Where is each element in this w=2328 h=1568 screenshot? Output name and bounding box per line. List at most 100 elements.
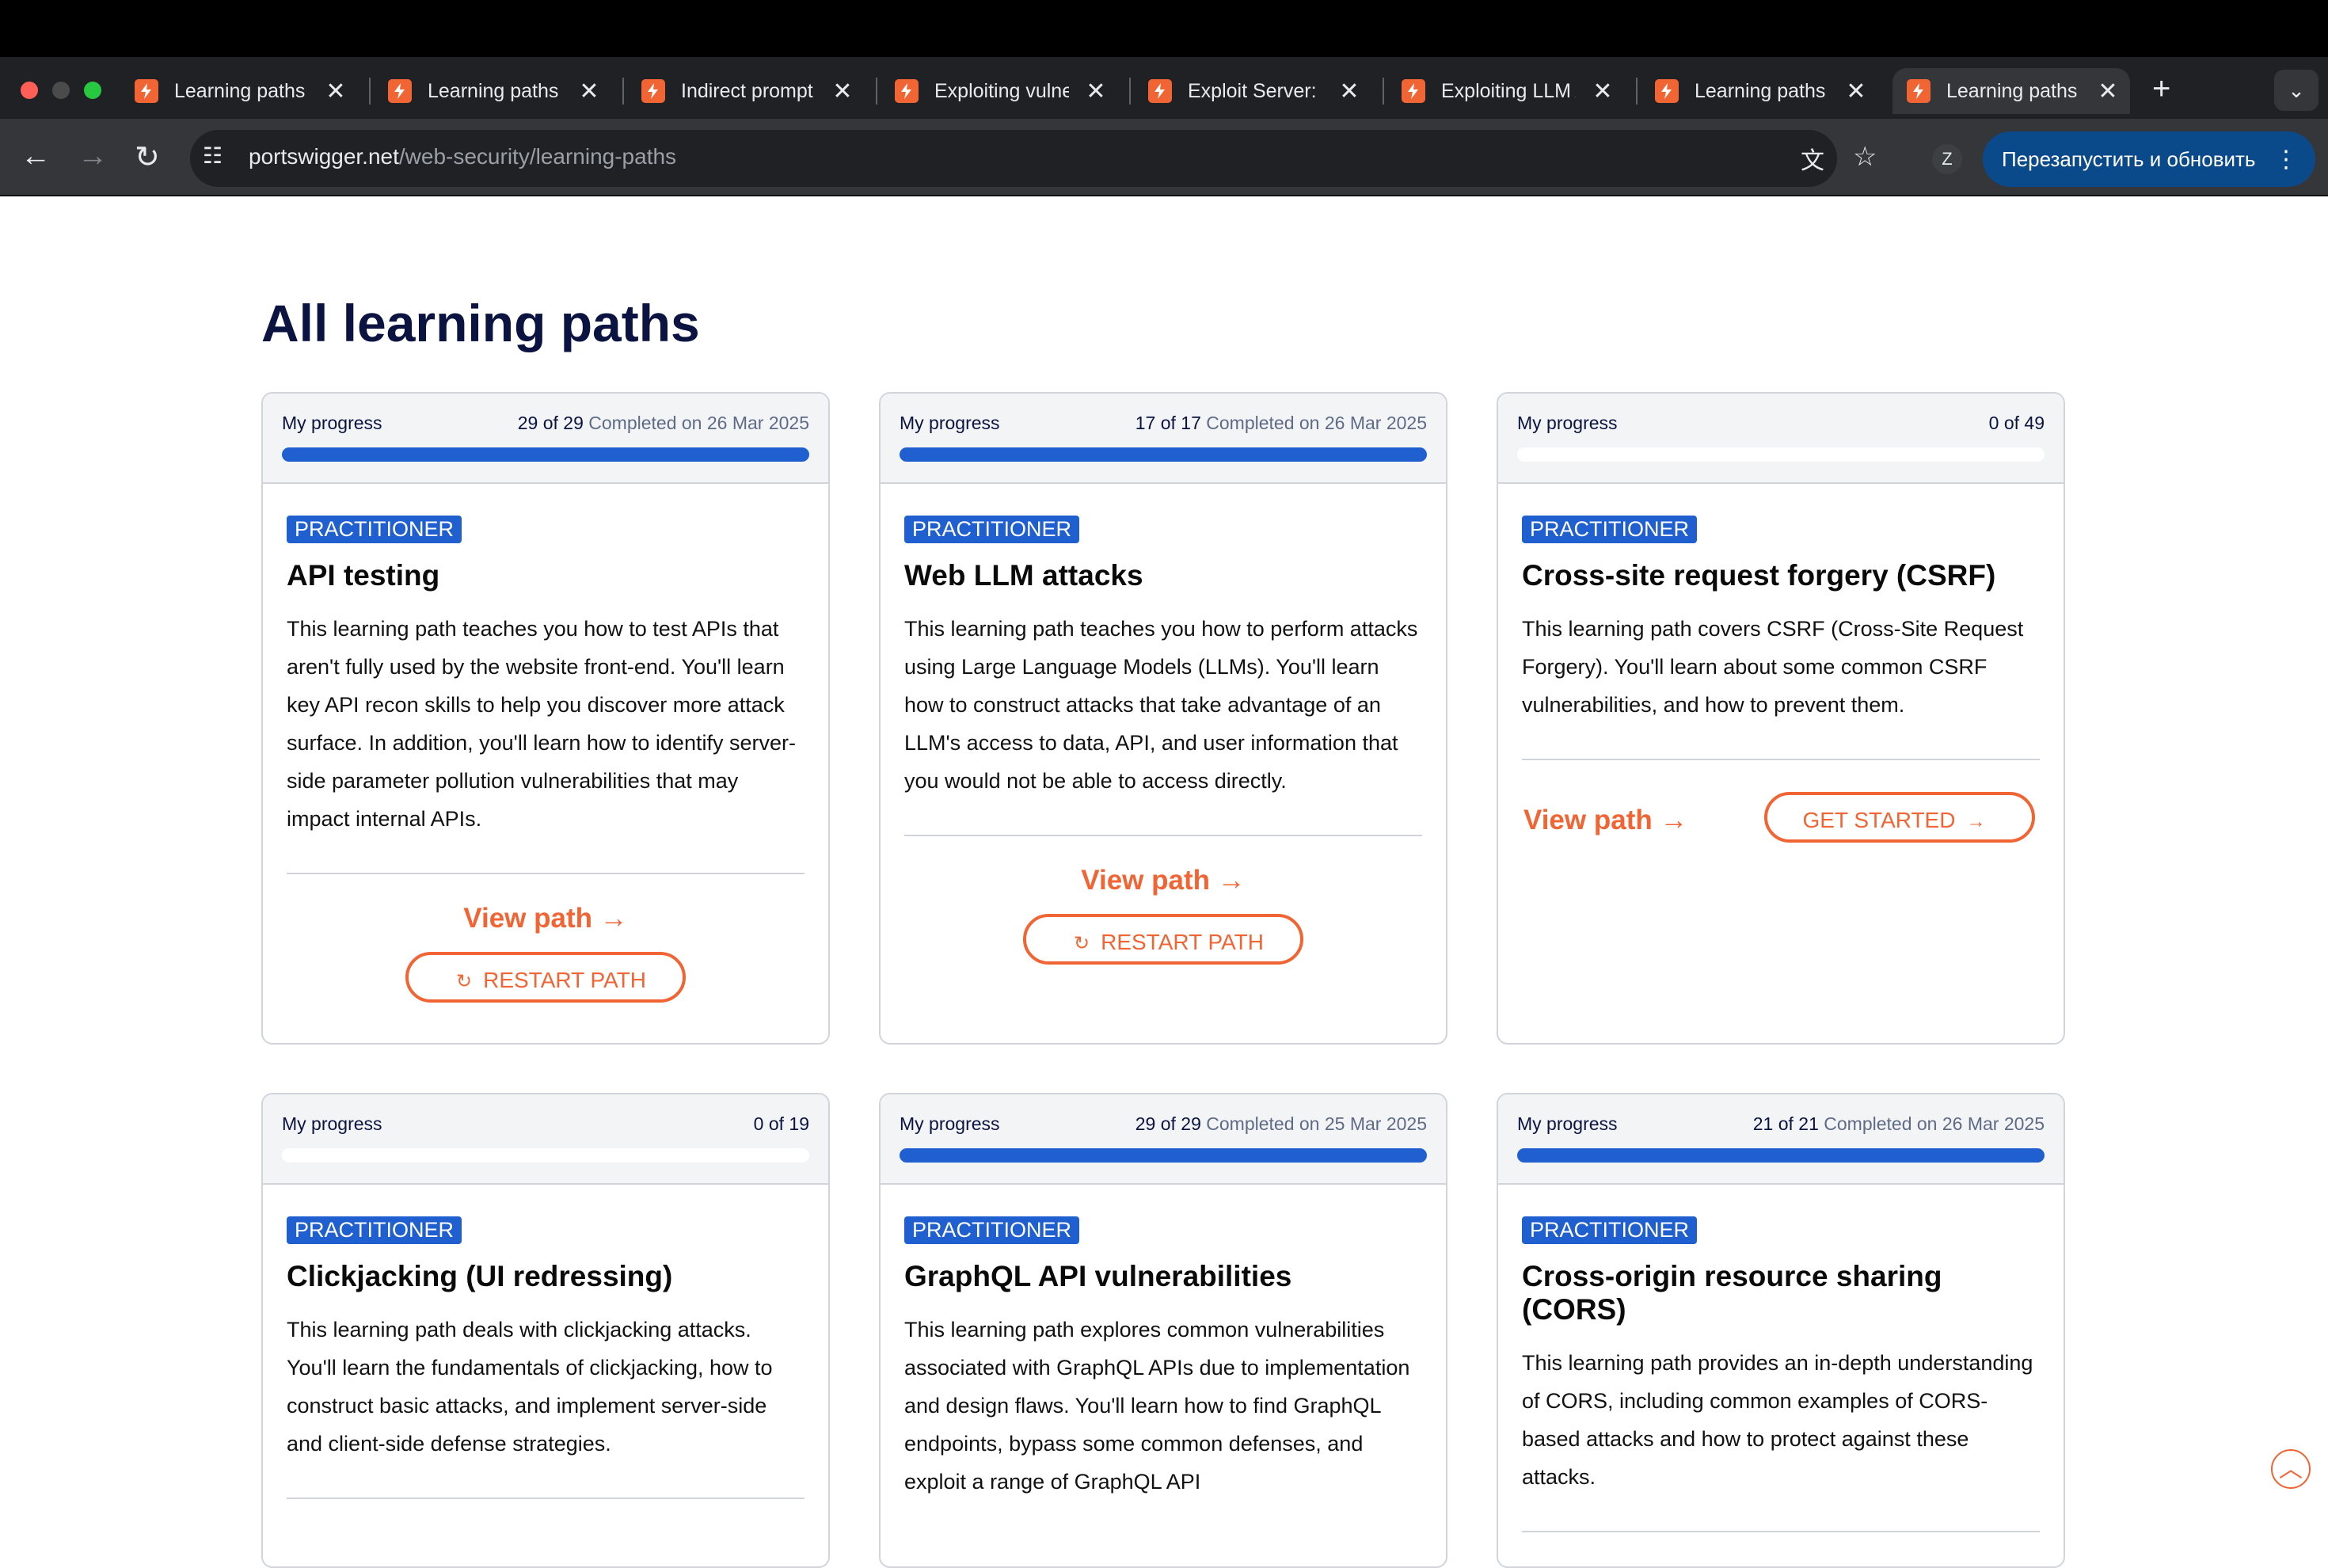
menu-icon[interactable]: ⋮ xyxy=(2274,146,2298,173)
progress-bar-fill xyxy=(900,1148,1427,1163)
browser-tab-active[interactable]: Learning paths | Web Security Academy ✕ xyxy=(1892,68,2130,114)
browser-tab[interactable]: Indirect prompt injection ✕ xyxy=(627,68,865,114)
url-text[interactable]: portswigger.net/web-security/learning-pa… xyxy=(249,144,676,169)
restart-icon: ↻ xyxy=(456,971,473,992)
level-badge: PRACTITIONER xyxy=(287,516,462,543)
get-started-label: GET STARTED xyxy=(1802,808,1956,832)
browser-tab[interactable]: Learning paths | Web Security Academy ✕ xyxy=(1641,68,1878,114)
tab-separator xyxy=(622,78,624,105)
tab-close-icon[interactable]: ✕ xyxy=(325,78,347,105)
view-path-link[interactable]: View path → xyxy=(1523,805,1687,836)
learning-path-card: My progress 17 of 17 Completed on 26 Mar… xyxy=(879,392,1447,1045)
path-description: This learning path deals with clickjacki… xyxy=(287,1318,773,1456)
tab-separator xyxy=(369,78,371,105)
tab-close-icon[interactable]: ✕ xyxy=(831,78,854,105)
completed-date: Completed on 25 Mar 2025 xyxy=(1206,1113,1427,1134)
level-badge: PRACTITIONER xyxy=(904,516,1080,543)
progress-header: My progress 21 of 21 Completed on 26 Mar… xyxy=(1498,1094,2064,1185)
minimize-window-button[interactable] xyxy=(52,82,70,99)
path-description: This learning path explores common vulne… xyxy=(904,1318,1410,1494)
tab-close-icon[interactable]: ✕ xyxy=(578,78,600,105)
scroll-to-top-button[interactable]: ︿ xyxy=(2271,1449,2311,1489)
reload-icon[interactable]: ↻ xyxy=(135,139,160,175)
browser-tab[interactable]: Learning paths | Web Security Academy ✕ xyxy=(120,68,358,114)
progress-bar-fill xyxy=(282,447,809,462)
level-badge: PRACTITIONER xyxy=(287,1216,462,1244)
browser-tab[interactable]: Exploiting vulnerabilities in LLM APIs ✕ xyxy=(881,68,1118,114)
progress-count: 29 of 29 xyxy=(517,413,584,433)
portswigger-favicon-icon xyxy=(895,79,919,103)
progress-status: 29 of 29 Completed on 26 Mar 2025 xyxy=(518,413,809,434)
progress-status: 0 of 19 xyxy=(754,1113,809,1135)
url-path: /web-security/learning-paths xyxy=(398,144,677,169)
new-tab-button[interactable]: + xyxy=(2152,71,2170,107)
tab-title: Exploit Server: Indirect prompt injectio… xyxy=(1188,79,1322,102)
tab-separator xyxy=(1129,78,1131,105)
tab-title: Learning paths | Web Security Academy xyxy=(428,79,562,102)
close-window-button[interactable] xyxy=(21,82,38,99)
tab-title: Indirect prompt injection xyxy=(681,79,816,102)
progress-label: My progress xyxy=(900,413,1000,433)
back-icon[interactable]: ← xyxy=(21,139,51,173)
progress-bar-fill xyxy=(1517,1148,2045,1163)
get-started-button[interactable]: GET STARTED → xyxy=(1764,792,2035,843)
restart-label: RESTART PATH xyxy=(1101,930,1264,954)
portswigger-favicon-icon xyxy=(1907,79,1930,103)
translate-icon[interactable]: 文 xyxy=(1801,141,1824,176)
tab-separator xyxy=(876,78,877,105)
view-path-link[interactable]: View path → xyxy=(904,865,1422,896)
path-title: Web LLM attacks xyxy=(904,559,1143,592)
tab-separator xyxy=(1636,78,1638,105)
tab-separator xyxy=(1383,78,1384,105)
tab-close-icon[interactable]: ✕ xyxy=(2097,78,2119,105)
portswigger-favicon-icon xyxy=(388,79,412,103)
progress-status: 17 of 17 Completed on 26 Mar 2025 xyxy=(1135,413,1427,434)
progress-bar-fill xyxy=(900,447,1427,462)
progress-bar xyxy=(282,1148,809,1163)
card-divider xyxy=(287,1498,805,1499)
tab-close-icon[interactable]: ✕ xyxy=(1845,78,1867,105)
learning-path-card: My progress 29 of 29 Completed on 25 Mar… xyxy=(879,1093,1447,1568)
browser-tab[interactable]: Learning paths | Web Security Academy ✕ xyxy=(374,68,611,114)
path-description: This learning path provides an in-depth … xyxy=(1522,1351,2033,1489)
tab-search-button[interactable]: ⌄ xyxy=(2274,70,2318,111)
site-settings-icon[interactable]: ☷ xyxy=(203,143,223,169)
browser-tab[interactable]: Exploiting LLM APIs ✕ xyxy=(1387,68,1625,114)
toolbar-border xyxy=(0,195,2328,196)
macos-menubar xyxy=(0,0,2328,57)
tab-title: Exploiting vulnerabilities in LLM APIs xyxy=(934,79,1069,102)
progress-bar xyxy=(900,447,1427,462)
progress-header: My progress 29 of 29 Completed on 25 Mar… xyxy=(881,1094,1446,1185)
completed-date: Completed on 26 Mar 2025 xyxy=(1206,413,1427,433)
level-badge: PRACTITIONER xyxy=(1522,1216,1698,1244)
level-badge: PRACTITIONER xyxy=(904,1216,1080,1244)
progress-bar xyxy=(1517,1148,2045,1163)
tab-title: Learning paths | Web Security Academy xyxy=(1946,79,2081,102)
bookmark-star-icon[interactable]: ☆ xyxy=(1853,141,1877,173)
restart-path-button[interactable]: ↻ RESTART PATH xyxy=(405,952,686,1003)
progress-label: My progress xyxy=(282,1113,382,1134)
profile-avatar[interactable]: Z xyxy=(1932,144,1962,174)
forward-icon[interactable]: → xyxy=(78,139,108,173)
completed-date: Completed on 26 Mar 2025 xyxy=(588,413,809,433)
relaunch-update-button[interactable]: Перезапустить и обновить ⋮ xyxy=(1983,131,2315,187)
relaunch-label: Перезапустить и обновить xyxy=(2002,147,2256,171)
completed-date: Completed on 26 Mar 2025 xyxy=(1824,1113,2045,1134)
tab-close-icon[interactable]: ✕ xyxy=(1592,78,1614,105)
page-title: All learning paths xyxy=(261,294,700,352)
tab-close-icon[interactable]: ✕ xyxy=(1085,78,1107,105)
restart-path-button[interactable]: ↻ RESTART PATH xyxy=(1023,914,1303,965)
tab-close-icon[interactable]: ✕ xyxy=(1338,78,1360,105)
browser-tab[interactable]: Exploit Server: Indirect prompt injectio… xyxy=(1134,68,1371,114)
path-description: This learning path teaches you how to te… xyxy=(287,617,796,831)
progress-header: My progress 17 of 17 Completed on 26 Mar… xyxy=(881,394,1446,484)
path-description: This learning path teaches you how to pe… xyxy=(904,617,1418,793)
tab-title: Exploiting LLM APIs xyxy=(1441,79,1576,102)
learning-path-card: My progress 0 of 49 PRACTITIONER Cross-s… xyxy=(1497,392,2065,1045)
zoom-window-button[interactable] xyxy=(84,82,101,99)
view-path-link[interactable]: View path → xyxy=(287,903,805,934)
progress-bar xyxy=(282,447,809,462)
progress-label: My progress xyxy=(282,413,382,433)
restart-icon: ↻ xyxy=(1074,933,1090,954)
level-badge: PRACTITIONER xyxy=(1522,516,1698,543)
